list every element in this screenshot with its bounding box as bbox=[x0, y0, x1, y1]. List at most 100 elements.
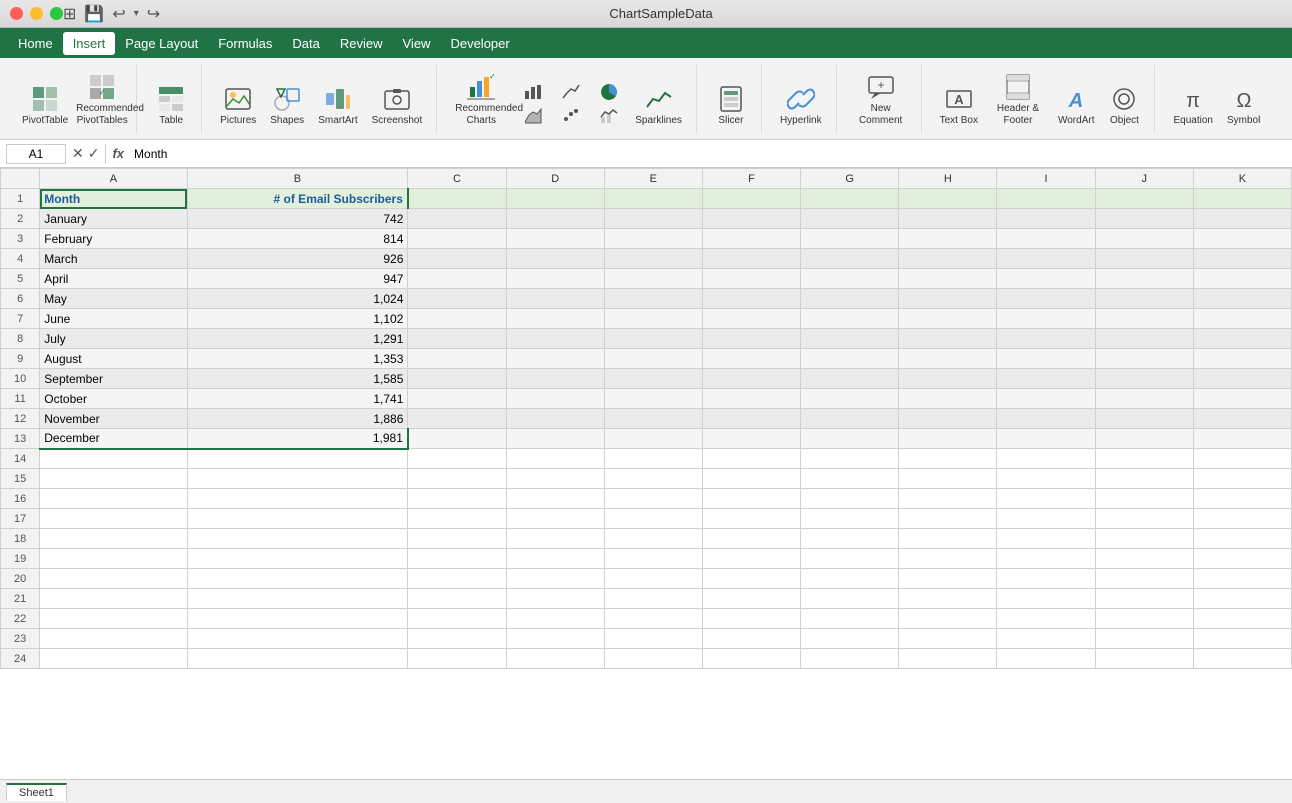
cell[interactable] bbox=[899, 609, 997, 629]
cell[interactable] bbox=[40, 549, 187, 569]
cell[interactable] bbox=[408, 569, 506, 589]
cell[interactable] bbox=[997, 489, 1095, 509]
cell[interactable] bbox=[1095, 429, 1193, 449]
cell[interactable] bbox=[40, 489, 187, 509]
cell[interactable] bbox=[997, 589, 1095, 609]
cell-reference-input[interactable]: A1 bbox=[6, 144, 66, 164]
menu-review[interactable]: Review bbox=[330, 32, 393, 55]
cell[interactable] bbox=[604, 429, 702, 449]
cell[interactable] bbox=[1193, 389, 1291, 409]
cell[interactable] bbox=[702, 229, 800, 249]
table-btn[interactable]: Table bbox=[149, 79, 193, 131]
wordart-btn[interactable]: A WordArt bbox=[1052, 79, 1101, 131]
cell[interactable] bbox=[1193, 289, 1291, 309]
cell[interactable]: 1,741 bbox=[187, 389, 408, 409]
cell[interactable] bbox=[506, 469, 604, 489]
cell[interactable] bbox=[187, 609, 408, 629]
cell[interactable] bbox=[702, 529, 800, 549]
cell[interactable] bbox=[506, 269, 604, 289]
col-header-d[interactable]: D bbox=[506, 169, 604, 189]
cell[interactable]: July bbox=[40, 329, 187, 349]
cell[interactable] bbox=[187, 649, 408, 669]
cell[interactable]: 742 bbox=[187, 209, 408, 229]
cell[interactable] bbox=[801, 569, 899, 589]
pictures-btn[interactable]: Pictures bbox=[214, 79, 262, 131]
cell[interactable]: 947 bbox=[187, 269, 408, 289]
cell[interactable] bbox=[801, 229, 899, 249]
cell[interactable] bbox=[187, 569, 408, 589]
cell[interactable]: February bbox=[40, 229, 187, 249]
cell[interactable] bbox=[997, 429, 1095, 449]
hyperlink-btn[interactable]: Hyperlink bbox=[774, 79, 828, 131]
cell[interactable] bbox=[40, 569, 187, 589]
menu-developer[interactable]: Developer bbox=[440, 32, 519, 55]
cell[interactable] bbox=[801, 549, 899, 569]
cell[interactable] bbox=[40, 529, 187, 549]
cell[interactable] bbox=[997, 509, 1095, 529]
cell[interactable] bbox=[801, 469, 899, 489]
cell[interactable] bbox=[408, 349, 506, 369]
cell[interactable] bbox=[408, 389, 506, 409]
cell[interactable] bbox=[997, 529, 1095, 549]
line-chart-btn[interactable] bbox=[553, 81, 589, 103]
cell[interactable] bbox=[1193, 649, 1291, 669]
confirm-formula-icon[interactable]: ✓ bbox=[88, 145, 100, 162]
screenshot-btn[interactable]: Screenshot bbox=[366, 79, 429, 131]
cell[interactable] bbox=[899, 629, 997, 649]
cell[interactable] bbox=[604, 589, 702, 609]
cell[interactable] bbox=[408, 549, 506, 569]
cell[interactable] bbox=[604, 529, 702, 549]
cell[interactable] bbox=[801, 589, 899, 609]
menu-insert[interactable]: Insert bbox=[63, 32, 116, 55]
cell[interactable] bbox=[899, 269, 997, 289]
cell[interactable] bbox=[997, 469, 1095, 489]
cell[interactable] bbox=[1193, 249, 1291, 269]
cell[interactable] bbox=[997, 249, 1095, 269]
cell[interactable] bbox=[408, 649, 506, 669]
cell[interactable] bbox=[408, 329, 506, 349]
cell[interactable] bbox=[1193, 229, 1291, 249]
cell[interactable] bbox=[408, 609, 506, 629]
cell[interactable] bbox=[801, 609, 899, 629]
cell[interactable] bbox=[408, 489, 506, 509]
cell[interactable] bbox=[801, 429, 899, 449]
cell[interactable] bbox=[702, 649, 800, 669]
cell[interactable] bbox=[899, 429, 997, 449]
cell[interactable] bbox=[604, 509, 702, 529]
pie-chart-btn[interactable] bbox=[591, 81, 627, 103]
header-footer-btn[interactable]: Header & Footer bbox=[986, 67, 1050, 131]
new-comment-btn[interactable]: + New Comment bbox=[849, 67, 913, 131]
cell[interactable] bbox=[604, 609, 702, 629]
menu-view[interactable]: View bbox=[393, 32, 441, 55]
cell[interactable] bbox=[899, 309, 997, 329]
cell[interactable] bbox=[702, 449, 800, 469]
cell[interactable] bbox=[702, 549, 800, 569]
cell[interactable] bbox=[1193, 489, 1291, 509]
cell[interactable] bbox=[187, 629, 408, 649]
cell[interactable]: 814 bbox=[187, 229, 408, 249]
cell[interactable] bbox=[604, 369, 702, 389]
cell[interactable] bbox=[1193, 409, 1291, 429]
cell[interactable] bbox=[997, 349, 1095, 369]
cell[interactable] bbox=[604, 249, 702, 269]
cell[interactable] bbox=[702, 309, 800, 329]
cell[interactable]: April bbox=[40, 269, 187, 289]
cell[interactable] bbox=[702, 609, 800, 629]
cell[interactable] bbox=[899, 189, 997, 209]
cell[interactable] bbox=[408, 409, 506, 429]
cell[interactable] bbox=[506, 529, 604, 549]
cell[interactable] bbox=[506, 389, 604, 409]
cell[interactable] bbox=[801, 629, 899, 649]
cell[interactable] bbox=[187, 529, 408, 549]
cell[interactable] bbox=[801, 369, 899, 389]
cancel-formula-icon[interactable]: ✕ bbox=[72, 145, 84, 162]
cell[interactable] bbox=[1095, 349, 1193, 369]
cell[interactable] bbox=[801, 409, 899, 429]
cell[interactable] bbox=[506, 309, 604, 329]
object-btn[interactable]: Object bbox=[1102, 79, 1146, 131]
cell[interactable] bbox=[997, 289, 1095, 309]
cell[interactable] bbox=[408, 309, 506, 329]
cell[interactable] bbox=[604, 649, 702, 669]
col-header-h[interactable]: H bbox=[899, 169, 997, 189]
smartart-btn[interactable]: SmartArt bbox=[312, 79, 363, 131]
